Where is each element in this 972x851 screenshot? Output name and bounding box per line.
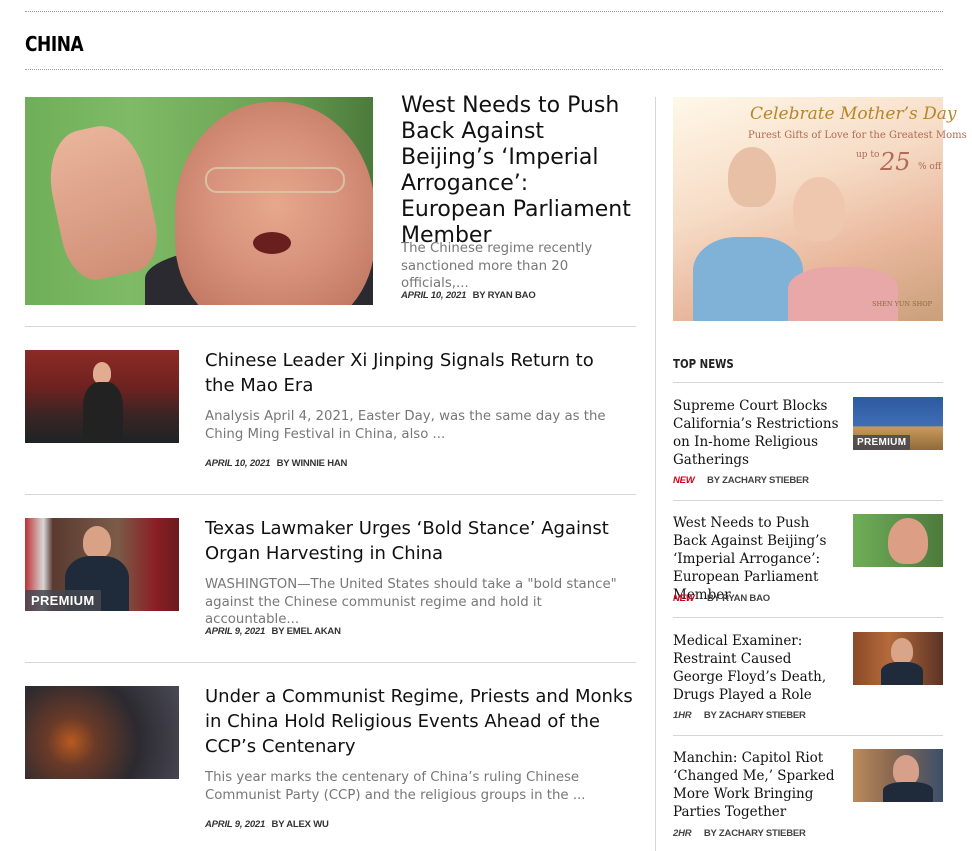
face-shape [175, 102, 373, 305]
article-byline[interactable]: BY WINNIE HAN [277, 458, 348, 469]
featured-excerpt: The Chinese regime recently sanctioned m… [401, 241, 593, 291]
article-image-xi[interactable] [25, 350, 179, 443]
premium-badge: PREMIUM [25, 590, 101, 611]
featured-meta: APRIL 10, 2021 BY RYAN BAO [401, 290, 536, 301]
featured-image[interactable] [25, 97, 373, 305]
article-date: APRIL 9, 2021 [205, 819, 266, 830]
article-byline[interactable]: BY ALEX WU [272, 819, 329, 830]
ad-shop-logo: SHEN YUN SHOP [872, 300, 932, 308]
time-tag: 1HR [673, 710, 692, 721]
article-meta: APRIL 9, 2021 BY EMEL AKAN [205, 626, 341, 637]
top-news-byline[interactable]: BY ZACHARY STIEBER [704, 828, 806, 839]
daughter-shape [793, 177, 845, 241]
top-news-meta: NEW BY RYAN BAO [673, 593, 770, 604]
top-news-headline[interactable]: West Needs to Push Back Against Beijing’… [673, 514, 845, 604]
article-byline[interactable]: BY EMEL AKAN [272, 626, 341, 637]
top-news-byline[interactable]: BY ZACHARY STIEBER [707, 475, 809, 486]
top-news-byline[interactable]: BY RYAN BAO [707, 593, 770, 604]
sidebar-divider [673, 617, 943, 618]
face-shape [888, 518, 928, 564]
article-divider [25, 662, 636, 663]
top-news-headline[interactable]: Medical Examiner: Restraint Caused Georg… [673, 632, 845, 704]
article-meta: APRIL 10, 2021 BY WINNIE HAN [205, 458, 347, 469]
new-tag: NEW [673, 593, 695, 604]
featured-date: APRIL 10, 2021 [401, 290, 467, 301]
person-shape [891, 638, 913, 664]
body-shape [83, 382, 123, 442]
time-tag: 2HR [673, 828, 692, 839]
top-news-image-manchin[interactable] [853, 749, 943, 802]
article-excerpt: Analysis April 4, 2021, Easter Day, was … [205, 409, 606, 442]
article-date: APRIL 10, 2021 [205, 458, 271, 469]
ad-off: % off [918, 162, 942, 172]
article-headline[interactable]: Texas Lawmaker Urges ‘Bold Stance’ Again… [205, 516, 635, 566]
top-news-image-court[interactable]: PREMIUM [853, 397, 943, 450]
ad-upto: up to [856, 150, 880, 160]
top-news-meta: 1HR BY ZACHARY STIEBER [673, 710, 806, 721]
daughter-dress [788, 267, 898, 321]
top-news-image-parliament[interactable] [853, 514, 943, 567]
sidebar-divider [673, 382, 943, 383]
top-news-title: TOP NEWS [673, 357, 734, 371]
article-headline[interactable]: Chinese Leader Xi Jinping Signals Return… [205, 348, 625, 398]
body-shape [883, 782, 933, 802]
sidebar-divider [673, 735, 943, 736]
mother-shape [728, 147, 776, 207]
sidebar-divider [673, 500, 943, 501]
person-shape [93, 362, 111, 384]
article-image-texas[interactable]: PREMIUM [25, 518, 179, 611]
article-divider [25, 494, 636, 495]
body-shape [881, 662, 923, 685]
top-news-byline[interactable]: BY ZACHARY STIEBER [704, 710, 806, 721]
hand-shape [40, 118, 165, 286]
article-meta: APRIL 9, 2021 BY ALEX WU [205, 819, 329, 830]
top-news-headline[interactable]: Manchin: Capitol Riot ‘Changed Me,’ Spar… [673, 749, 845, 821]
article-headline[interactable]: Under a Communist Regime, Priests and Mo… [205, 684, 635, 759]
ad-subline: Purest Gifts of Love for the Greatest Mo… [748, 130, 967, 141]
top-news-meta: 2HR BY ZACHARY STIEBER [673, 828, 806, 839]
top-divider [25, 11, 943, 12]
premium-badge: PREMIUM [853, 435, 911, 450]
glasses-shape [205, 167, 345, 193]
article-date: APRIL 9, 2021 [205, 626, 266, 637]
ad-headline: Celebrate Mother’s Day [750, 104, 957, 124]
article-image-monks[interactable] [25, 686, 179, 779]
featured-byline[interactable]: BY RYAN BAO [473, 290, 536, 301]
mother-dress [693, 237, 803, 321]
column-divider [655, 97, 656, 851]
featured-headline[interactable]: West Needs to Push Back Against Beijing’… [401, 93, 636, 249]
ad-percent: 25 [880, 148, 911, 176]
person-shape [83, 526, 111, 558]
top-news-headline[interactable]: Supreme Court Blocks California’s Restri… [673, 397, 845, 469]
mouth-shape [253, 232, 291, 254]
new-tag: NEW [673, 475, 695, 486]
section-divider [25, 69, 943, 70]
article-divider [25, 326, 636, 327]
article-excerpt: This year marks the centenary of China’s… [205, 770, 586, 803]
article-excerpt: WASHINGTON—The United States should take… [205, 577, 617, 627]
section-title[interactable]: CHINA [25, 32, 84, 56]
top-news-meta: NEW BY ZACHARY STIEBER [673, 475, 809, 486]
top-news-image-examiner[interactable] [853, 632, 943, 685]
person-shape [893, 755, 919, 785]
